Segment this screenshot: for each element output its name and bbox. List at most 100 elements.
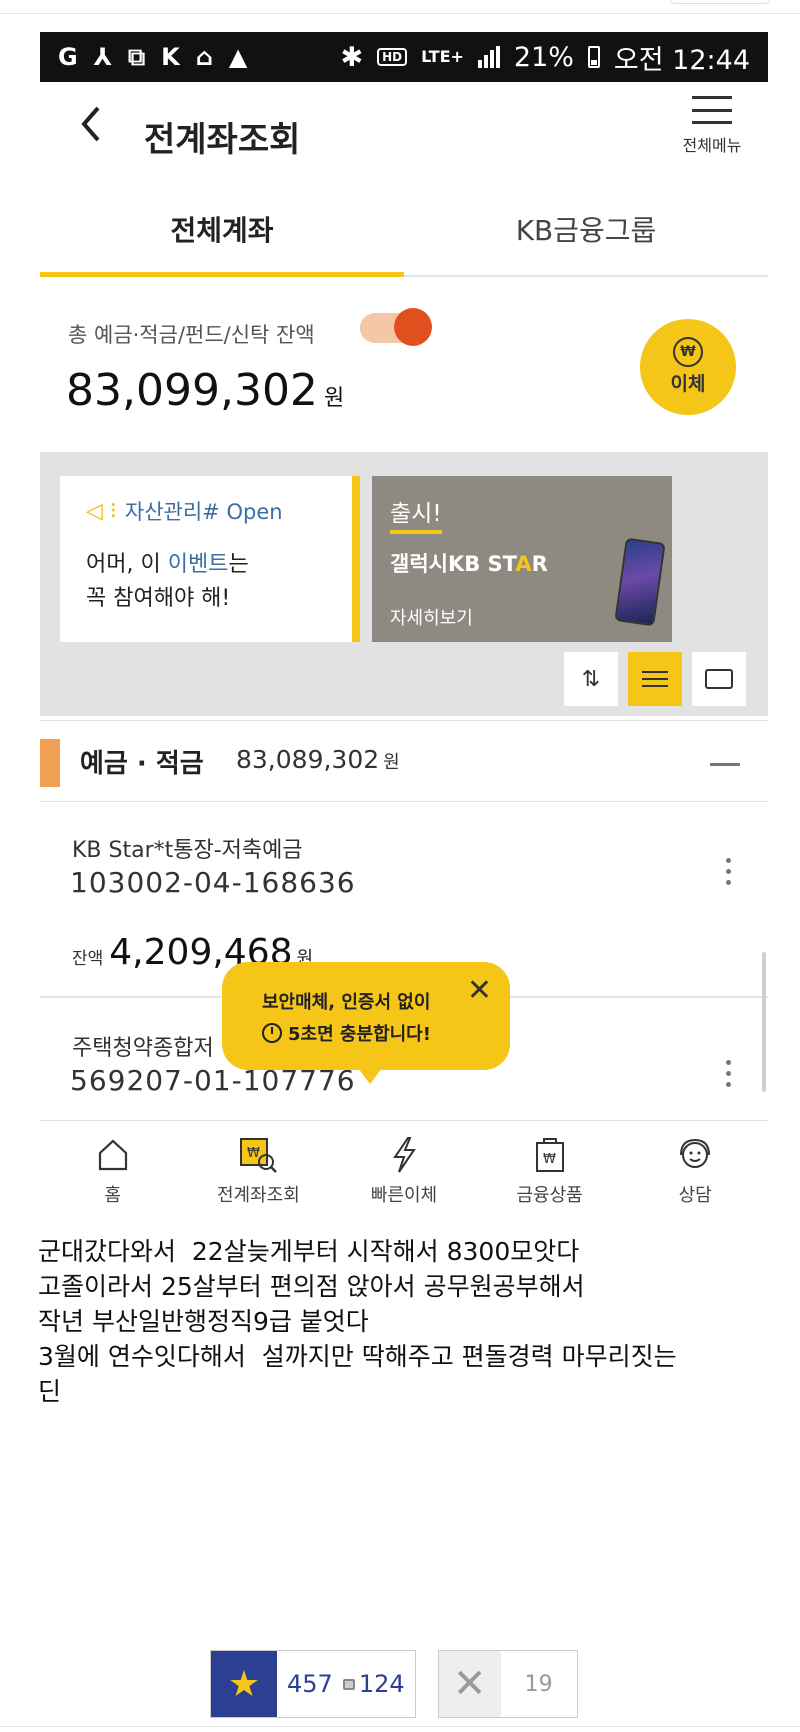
page-top-divider	[0, 0, 800, 14]
account-name: KB Star*t통장-저축예금	[72, 838, 303, 863]
x-icon: ✕	[438, 1651, 501, 1717]
quick-transfer-tooltip[interactable]: 보안매체, 인증서 없이 5초면 충분합니다! ✕	[222, 962, 510, 1084]
launch-label: 출시!	[390, 494, 442, 534]
account-number: 103002-04-168636	[70, 866, 356, 899]
list-icon	[642, 671, 668, 687]
status-bar: G ⅄ ⧉ K ⌂ ▲ ✱ HD LTE+ 21% 오전 12:44	[40, 32, 768, 82]
view-mode-buttons: ⇅	[564, 652, 746, 706]
nav-account-inquiry-label: 전계좌조회	[216, 1185, 300, 1206]
home-notification-icon: ⌂	[195, 43, 213, 71]
event-line1-suffix: 는	[228, 552, 249, 577]
back-button[interactable]	[76, 102, 106, 146]
event-banner-head: ◁ ⁝ 자산관리# Open	[86, 496, 326, 526]
tooltip-line1: 보안매체, 인증서 없이	[262, 992, 431, 1013]
svg-text:₩: ₩	[247, 1146, 260, 1161]
warning-icon: ▲	[228, 43, 248, 71]
total-balance-panel: 총 예금·적금/펀드/신탁 잔액 83,099,302 원 ₩ 이체	[40, 277, 768, 449]
app-badge-icon: K	[161, 43, 180, 71]
total-balance-label: 총 예금·적금/펀드/신탁 잔액	[68, 323, 315, 347]
promo-banner-area: ◁ ⁝ 자산관리# Open 어머, 이 이벤트는 꼭 참여해야 해! 출시! 갤…	[40, 452, 768, 716]
event-banner-body: 어머, 이 이벤트는 꼭 참여해야 해!	[86, 548, 326, 616]
upvote-count: 457	[287, 1670, 333, 1698]
status-notification-icons: G ⅄ ⧉ K ⌂ ▲	[58, 43, 247, 71]
account-name: 주택청약종합저	[72, 1036, 214, 1061]
event-line1-text: 어머, 이	[86, 552, 168, 577]
product-name-part1: 갤럭시KB ST	[390, 552, 516, 576]
product-launch-card[interactable]: 출시! 갤럭시KB STAR 자세히보기	[372, 476, 672, 642]
transfer-label: 이체	[670, 373, 706, 395]
nav-quick-transfer-label: 빠른이체	[370, 1185, 438, 1206]
page-bottom-divider	[0, 1726, 800, 1727]
status-system-icons: ✱ HD LTE+ 21% 오전 12:44	[340, 38, 750, 77]
lte-indicator: LTE+	[421, 47, 464, 66]
sort-button[interactable]: ⇅	[564, 652, 618, 706]
currency-unit: 원	[323, 386, 345, 411]
app-header: 전계좌조회 전체메뉴	[40, 82, 768, 187]
lightning-icon	[331, 1135, 477, 1175]
upvote-button[interactable]: ★ 457 124	[210, 1650, 416, 1718]
collapse-icon[interactable]	[710, 763, 740, 766]
cast-icon: ⧉	[127, 43, 146, 71]
svg-text:₩: ₩	[543, 1152, 556, 1167]
person-notification-icon: ⅄	[93, 43, 112, 71]
product-name-star: A	[515, 552, 532, 576]
app-notification-icon: G	[58, 43, 78, 71]
headset-icon	[622, 1135, 768, 1175]
star-icon: ★	[211, 1651, 277, 1717]
card-view-button[interactable]	[692, 652, 746, 706]
tooltip-close-icon[interactable]: ✕	[467, 976, 492, 1006]
deposit-savings-section[interactable]: 예금 · 적금 83,089,302 원	[40, 720, 768, 802]
nav-consult[interactable]: 상담	[622, 1121, 768, 1218]
tab-kb-group[interactable]: KB금융그룹	[404, 187, 768, 275]
nav-financial-products-label: 금융상품	[516, 1185, 583, 1206]
more-options-icon[interactable]	[726, 1060, 732, 1087]
hd-voice-icon: HD	[377, 48, 408, 66]
clock: 오전 12:44	[613, 44, 750, 76]
tooltip-line2-row: 5초면 충분합니다!	[262, 1020, 490, 1046]
more-options-icon[interactable]	[726, 858, 732, 885]
nav-home[interactable]: 홈	[40, 1121, 186, 1218]
post-line: 고졸이라서 25살부터 편의점 앉아서 공무원공부해서	[38, 1272, 585, 1301]
bottom-navigation: 홈 ₩ 전계좌조회 빠른이체 ₩ 금융상품 상담	[40, 1120, 768, 1218]
won-coin-icon: ₩	[673, 337, 703, 367]
nav-consult-label: 상담	[678, 1185, 712, 1206]
launch-product-name: 갤럭시KB STAR	[390, 548, 654, 578]
event-banner-line2: 꼭 참여해야 해!	[86, 586, 231, 611]
nav-home-label: 홈	[104, 1185, 122, 1206]
tooltip-line2: 5초면 충분합니다!	[288, 1024, 431, 1045]
balance-visibility-toggle[interactable]	[360, 308, 432, 346]
list-view-button[interactable]	[628, 652, 682, 706]
sort-arrows-icon: ⇅	[581, 666, 601, 692]
full-menu-label: 전체메뉴	[682, 136, 742, 155]
nav-financial-products[interactable]: ₩ 금융상품	[477, 1121, 623, 1218]
top-peek-element	[670, 0, 770, 4]
page-title: 전계좌조회	[144, 120, 301, 160]
section-color-bar	[40, 739, 60, 787]
home-icon	[40, 1135, 186, 1175]
total-balance-value: 83,099,302	[66, 365, 318, 416]
vote-area: ★ 457 124 ✕ 19	[210, 1650, 578, 1718]
nav-quick-transfer[interactable]: 빠른이체	[331, 1121, 477, 1218]
tab-all-accounts[interactable]: 전체계좌	[40, 187, 404, 277]
scroll-indicator[interactable]	[762, 952, 766, 1092]
event-banner-title: 자산관리# Open	[124, 500, 283, 524]
comment-count-group: 124	[342, 1651, 415, 1717]
comment-icon	[342, 1678, 355, 1690]
battery-icon	[587, 46, 600, 68]
downvote-count: 19	[524, 1671, 553, 1697]
post-line: 3월에 연수잇다해서 설까지만 딱해주고 편돌경력 마무리짓는	[38, 1342, 677, 1371]
post-line: 딘	[38, 1377, 62, 1406]
product-name-part2: R	[531, 552, 548, 576]
section-currency-unit: 원	[383, 752, 400, 773]
account-tabs: 전체계좌 KB금융그룹	[40, 187, 768, 277]
account-search-icon: ₩	[186, 1135, 332, 1175]
back-arrow-icon	[81, 106, 100, 142]
transfer-button[interactable]: ₩ 이체	[640, 319, 736, 415]
event-banner-card[interactable]: ◁ ⁝ 자산관리# Open 어머, 이 이벤트는 꼭 참여해야 해!	[60, 476, 360, 642]
battery-percent: 21%	[513, 41, 574, 73]
downvote-button[interactable]: ✕ 19	[437, 1650, 578, 1718]
balance-label: 잔액	[72, 949, 104, 969]
nav-account-inquiry[interactable]: ₩ 전계좌조회	[186, 1121, 332, 1218]
full-menu-button[interactable]: 전체메뉴	[676, 96, 748, 156]
stopwatch-icon	[262, 1023, 282, 1043]
